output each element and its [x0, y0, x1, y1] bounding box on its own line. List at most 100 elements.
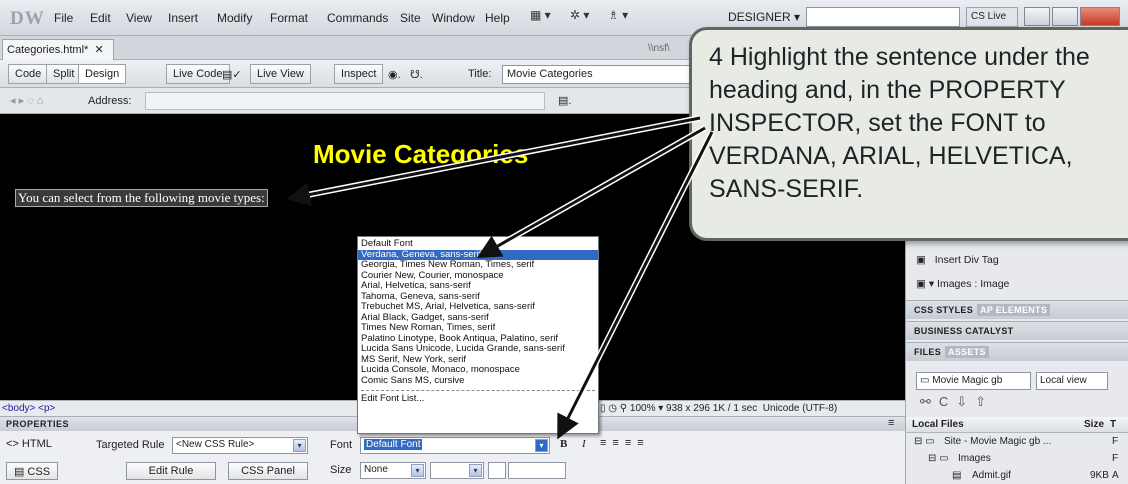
color-input[interactable]	[508, 462, 566, 479]
css-styles-tabs: CSS STYLES AP ELEMENTS	[906, 300, 1128, 319]
panel-menu-icon[interactable]: ≡	[888, 417, 894, 429]
font-option[interactable]: Default Font	[358, 239, 598, 250]
inspect-button[interactable]: Inspect	[334, 64, 384, 84]
files-header: Local Files Size T	[906, 417, 1128, 433]
window-size[interactable]: 938 x 296	[666, 403, 710, 414]
menu-help[interactable]: Help	[485, 11, 510, 25]
check-page-icon[interactable]: ☋.	[410, 68, 423, 81]
css-panel-button[interactable]: CSS Panel	[228, 462, 308, 480]
menu-file[interactable]: File	[54, 11, 73, 25]
menu-view[interactable]: View	[126, 11, 152, 25]
font-option[interactable]: Lucida Console, Monaco, monospace	[358, 365, 598, 376]
minimize-button[interactable]	[1024, 7, 1050, 26]
extend-icon[interactable]: ✲ ▾	[570, 8, 589, 28]
menu-edit[interactable]: Edit	[90, 11, 111, 25]
font-option[interactable]: Times New Roman, Times, serif	[358, 323, 598, 334]
maximize-button[interactable]	[1052, 7, 1078, 26]
address-input[interactable]	[145, 92, 545, 110]
browser-preview-icon[interactable]: ◉.	[388, 68, 401, 81]
menu-commands[interactable]: Commands	[327, 11, 388, 25]
intro-sentence[interactable]: You can select from the following movie …	[15, 189, 268, 207]
folder-icon: ⊟ ▭	[914, 436, 935, 447]
font-option[interactable]: Lucida Sans Unicode, Lucida Grande, sans…	[358, 344, 598, 355]
address-bar: ◂ ▸ ◌ ⌂ Address: ▤.	[0, 88, 695, 114]
hand-icon[interactable]: ▯ ◷ ⚲	[600, 403, 627, 414]
menu-modify[interactable]: Modify	[217, 11, 252, 25]
font-option[interactable]: MS Serif, New York, serif	[358, 355, 598, 366]
tab-files[interactable]: FILES	[914, 347, 941, 357]
font-option-selected[interactable]: Verdana, Geneva, sans-serif	[358, 249, 598, 260]
site-select[interactable]: ▭ Movie Magic gb	[916, 372, 1031, 390]
instruction-callout: 4 Highlight the sentence under the headi…	[689, 27, 1128, 241]
font-dropdown-list[interactable]: Default Font Verdana, Geneva, sans-serif…	[357, 236, 599, 434]
document-tab[interactable]: Categories.html* ✕	[2, 39, 114, 60]
tab-ap-elements[interactable]: AP ELEMENTS	[977, 304, 1051, 316]
zoom-select[interactable]: 100%	[630, 403, 656, 414]
close-icon[interactable]: ✕	[91, 44, 103, 56]
document-toolbar: Code Split Design Live Code ▤✓ Live View…	[0, 60, 695, 88]
font-option[interactable]: Courier New, Courier, monospace	[358, 271, 598, 282]
cs-live-button[interactable]: CS Live	[966, 7, 1018, 27]
chevron-down-icon: ▾	[293, 439, 306, 452]
bold-button[interactable]: B	[560, 438, 567, 450]
split-view-button[interactable]: Split	[46, 64, 82, 84]
tree-row[interactable]: ⊟ ▭ Images F	[906, 451, 1128, 467]
images-item[interactable]: ▣ ▾ Images : Image	[906, 274, 1128, 295]
size-select[interactable]: None ▾	[360, 462, 426, 479]
folder-icon: ⊟ ▭	[928, 453, 949, 464]
tree-row[interactable]: ⊟ ▭ Site - Movie Magic gb ... F	[906, 434, 1128, 450]
insert-div-tag-item[interactable]: ▣ Insert Div Tag	[906, 250, 1128, 271]
files-toolbar-icons[interactable]: ⚯C⇩⇧	[920, 394, 994, 410]
font-option[interactable]: Georgia, Times New Roman, Times, serif	[358, 260, 598, 271]
view-select[interactable]: Local view	[1036, 372, 1108, 390]
italic-button[interactable]: I	[582, 438, 586, 450]
tab-assets[interactable]: ASSETS	[945, 346, 989, 358]
font-option[interactable]: Trebuchet MS, Arial, Helvetica, sans-ser…	[358, 302, 598, 313]
live-view-button[interactable]: Live View	[250, 64, 311, 84]
size-column[interactable]: Size	[1084, 419, 1104, 430]
menu-site[interactable]: Site	[400, 11, 421, 25]
menu-window[interactable]: Window	[432, 11, 475, 25]
font-option[interactable]: Arial Black, Gadget, sans-serif	[358, 313, 598, 324]
page-heading[interactable]: Movie Categories	[313, 139, 528, 170]
html-mode-button[interactable]: <> HTML	[6, 438, 52, 450]
css-mode-button[interactable]: ▤ CSS	[6, 462, 58, 480]
targeted-rule-select[interactable]: <New CSS Rule> ▾	[172, 437, 308, 454]
properties-title: PROPERTIES	[6, 419, 70, 429]
local-files-label[interactable]: Local Files	[912, 419, 964, 430]
browse-icon[interactable]: ▤.	[558, 94, 571, 107]
menu-insert[interactable]: Insert	[168, 11, 198, 25]
tree-row[interactable]: ▤ Admit.gif 9KB A	[906, 468, 1128, 484]
nav-back-icon[interactable]: ◂ ▸ ◌ ⌂	[10, 94, 43, 107]
tag-selector[interactable]: <body> <p>	[2, 403, 55, 414]
title-input[interactable]: Movie Categories	[502, 65, 692, 84]
font-option[interactable]: Palatino Linotype, Book Antiqua, Palatin…	[358, 334, 598, 345]
font-option[interactable]: Comic Sans MS, cursive	[358, 376, 598, 387]
close-button[interactable]	[1080, 7, 1120, 26]
file-check-icon[interactable]: ▤✓	[222, 68, 242, 81]
color-picker[interactable]	[488, 462, 506, 479]
layout-icon[interactable]: ▦ ▾	[530, 8, 551, 28]
font-select[interactable]: Default Font ▾	[360, 437, 550, 454]
image-icon: ▣	[916, 278, 926, 290]
type-column[interactable]: T	[1110, 419, 1116, 430]
edit-rule-button[interactable]: Edit Rule	[126, 462, 216, 480]
align-icons[interactable]: ≡≡≡≡	[600, 437, 650, 449]
code-view-button[interactable]: Code	[8, 64, 49, 84]
live-code-button[interactable]: Live Code	[166, 64, 230, 84]
font-option[interactable]: Arial, Helvetica, sans-serif	[358, 281, 598, 292]
size-unit-select[interactable]: ▾	[430, 462, 484, 479]
design-view-button[interactable]: Design	[78, 64, 127, 84]
chevron-down-icon: ▾	[535, 439, 548, 452]
site-icon[interactable]: ♗ ▾	[608, 8, 628, 28]
document-tab-row: Categories.html* ✕ \\nsf\	[0, 36, 695, 60]
workspace-switcher[interactable]: DESIGNER ▾	[728, 10, 800, 24]
help-search-input[interactable]	[806, 7, 960, 27]
file-icon: ▤	[952, 470, 962, 481]
edit-font-list-option[interactable]: Edit Font List...	[358, 394, 598, 405]
tab-business-catalyst[interactable]: BUSINESS CATALYST	[906, 321, 1128, 340]
chevron-down-icon: ▾	[469, 464, 482, 477]
font-option[interactable]: Tahoma, Geneva, sans-serif	[358, 292, 598, 303]
tab-css-styles[interactable]: CSS STYLES	[914, 305, 973, 315]
menu-format[interactable]: Format	[270, 11, 308, 25]
